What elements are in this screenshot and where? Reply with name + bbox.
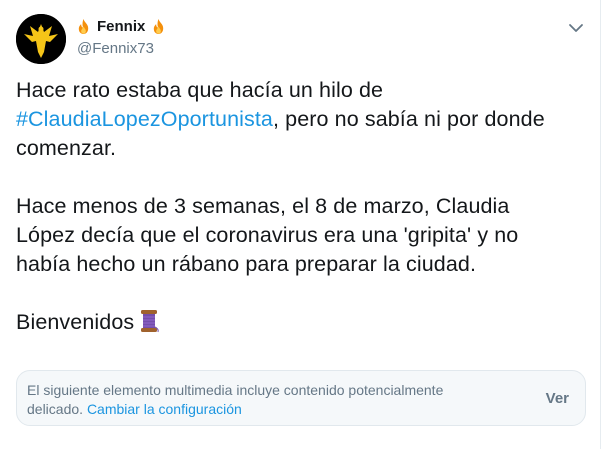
fire-icon [154,19,164,34]
change-settings-link[interactable]: Cambiar la configuración [87,401,242,417]
hashtag-link[interactable]: #ClaudiaLopezOportunista [16,107,273,131]
tweet-line: #ClaudiaLopezOportunista, pero no sabía … [16,107,545,131]
tweet-line: López decía que el coronavirus era una '… [16,223,519,247]
phoenix-logo-icon [16,14,66,64]
fire-icon [78,19,89,34]
sensitive-media-notice: El siguiente elemento multimedia incluye… [16,370,586,426]
avatar[interactable] [16,14,66,64]
user-handle[interactable]: @Fennix73 [77,40,154,57]
name-row[interactable]: Fennix [76,18,166,35]
tweet-line: había hecho un rábano para preparar la c… [16,252,477,276]
tweet-line: comenzar. [16,136,117,160]
tweet-text: Hace rato estaba que hacía un hilo de #C… [16,76,586,337]
display-name[interactable]: Fennix [97,18,145,35]
chevron-down-icon[interactable] [568,22,584,34]
view-button[interactable]: Ver [546,390,569,407]
thread-spool-icon [141,310,159,333]
tweet-line: Hace rato estaba que hacía un hilo de [16,78,384,102]
tweet-line: Hace menos de 3 semanas, el 8 de marzo, … [16,194,510,218]
tweet-line: Bienvenidos [16,308,586,337]
tweet-card: Fennix @Fennix73 Hace rato estaba que ha… [0,0,601,449]
notice-text: El siguiente elemento multimedia incluye… [27,382,444,417]
